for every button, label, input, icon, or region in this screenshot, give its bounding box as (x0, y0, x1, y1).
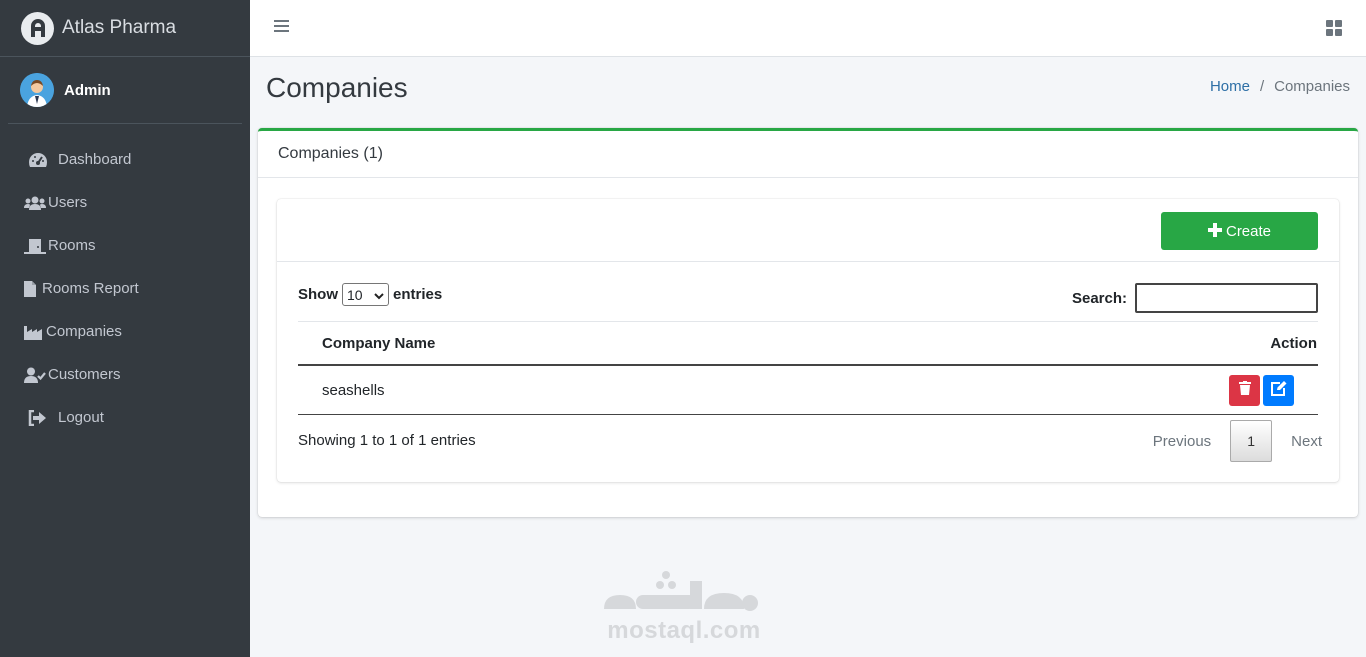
page-length-select[interactable]: 10 (342, 283, 389, 306)
edit-icon (1270, 380, 1287, 400)
sidebar-nav: Dashboard Users Rooms Rooms Report Compa… (0, 138, 250, 439)
sidebar-item-customers[interactable]: Customers (0, 353, 250, 396)
sidebar-item-rooms[interactable]: Rooms (0, 224, 250, 267)
sidebar-item-label: Companies (46, 323, 122, 340)
column-header-action: Action (1270, 334, 1317, 352)
grid-icon[interactable] (1326, 20, 1342, 36)
user-name: Admin (64, 81, 111, 99)
create-button[interactable]: Create (1161, 212, 1318, 250)
edit-button[interactable] (1263, 374, 1294, 406)
search-control: Search: (1072, 283, 1318, 313)
sidebar-item-users[interactable]: Users (0, 181, 250, 224)
company-name-cell: seashells (322, 381, 385, 399)
mostaql-logo-icon (600, 565, 768, 617)
watermark-text: mostaql.com (607, 617, 761, 644)
create-button-label: Create (1225, 222, 1272, 240)
hamburger-icon[interactable] (274, 20, 289, 34)
breadcrumb-current: Companies (1274, 78, 1350, 95)
trash-icon (1238, 381, 1251, 399)
sidebar-item-logout[interactable]: Logout (0, 396, 250, 439)
pagination-next[interactable]: Next (1291, 433, 1322, 450)
breadcrumb: Home / Companies (1210, 78, 1350, 95)
pagination-page-1[interactable]: 1 (1230, 420, 1273, 462)
table-info: Showing 1 to 1 of 1 entries (298, 432, 476, 449)
sidebar-item-label: Rooms (48, 237, 96, 254)
file-icon (24, 280, 40, 298)
breadcrumb-separator: / (1259, 78, 1265, 95)
sidebar-item-companies[interactable]: Companies (0, 310, 250, 353)
brand-logo-icon (21, 11, 54, 45)
sidebar-item-label: Dashboard (58, 151, 132, 168)
entries-label: entries (393, 286, 443, 303)
sidebar-item-dashboard[interactable]: Dashboard (0, 138, 250, 181)
companies-table-card: Create Show 10 entries Search: Company N… (277, 199, 1339, 482)
companies-card: Companies (1) Create Show 10 entries Sea… (258, 128, 1358, 517)
search-input[interactable] (1135, 283, 1318, 313)
chevron-down-icon (374, 287, 384, 303)
sidebar: Atlas Pharma Admin Dashboard Users Rooms… (0, 0, 250, 657)
sidebar-item-label: Rooms Report (42, 280, 139, 297)
watermark: mostaql.com (600, 565, 768, 645)
card-toolbar: Create (277, 199, 1339, 262)
sidebar-item-label: Customers (48, 366, 121, 383)
plus-icon (1207, 222, 1222, 240)
user-check-icon (24, 366, 46, 384)
page-length-control: Show 10 entries (298, 283, 442, 306)
column-header-company-name[interactable]: Company Name (298, 335, 1270, 352)
industry-icon (24, 323, 44, 341)
row-actions (1229, 374, 1294, 406)
search-label: Search: (1071, 289, 1127, 307)
avatar (20, 73, 54, 107)
sidebar-item-rooms-report[interactable]: Rooms Report (0, 267, 250, 310)
door-icon (24, 237, 46, 255)
companies-table: Company Name Action seashells (298, 321, 1318, 415)
breadcrumb-home-link[interactable]: Home (1210, 78, 1250, 95)
table-controls: Show 10 entries Search: (298, 283, 1318, 319)
pagination: Previous 1 Next (1153, 420, 1322, 462)
tachometer-icon (28, 151, 48, 169)
page-length-value: 10 (347, 286, 363, 303)
pagination-previous[interactable]: Previous (1153, 433, 1211, 450)
card-title: Companies (1) (258, 131, 1358, 178)
users-icon (24, 194, 46, 212)
sidebar-item-label: Users (48, 194, 88, 211)
table-header-row: Company Name Action (298, 321, 1318, 366)
user-panel[interactable]: Admin (8, 57, 242, 124)
brand-link[interactable]: Atlas Pharma (0, 0, 250, 57)
delete-button[interactable] (1229, 374, 1260, 406)
top-navbar (250, 0, 1366, 57)
show-label: Show (298, 286, 338, 303)
brand-name: Atlas Pharma (62, 17, 177, 38)
sign-out-icon (28, 409, 48, 427)
table-row: seashells (298, 366, 1318, 415)
sidebar-item-label: Logout (58, 409, 104, 426)
page-title: Companies (266, 72, 408, 103)
